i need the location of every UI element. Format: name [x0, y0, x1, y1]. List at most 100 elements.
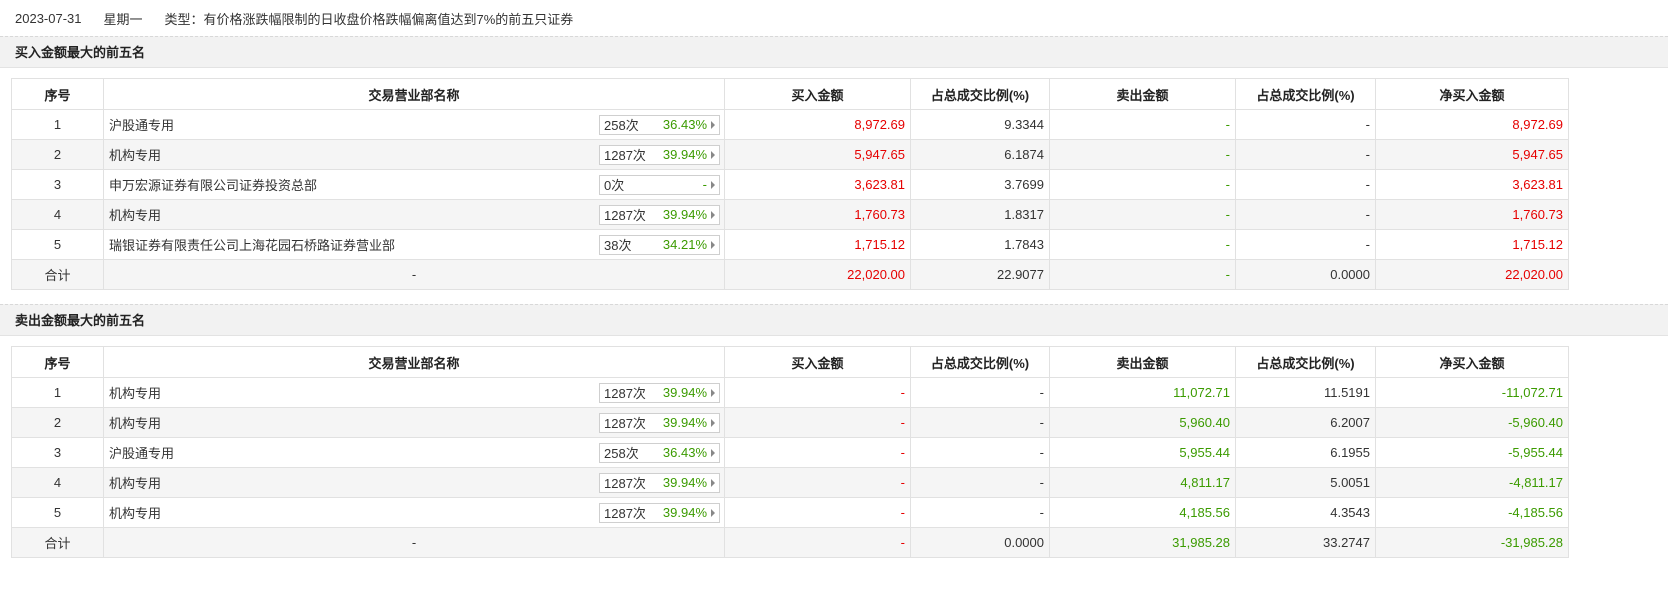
buy-amount: 1,715.12	[724, 229, 911, 260]
col-sell-ratio[interactable]: 占总成交比例(%)	[1235, 346, 1376, 378]
sell-ratio: 5.0051	[1235, 467, 1376, 498]
win-rate: 39.94%	[662, 207, 707, 222]
net-amount: 1,715.12	[1375, 229, 1569, 260]
total-buy: -	[724, 527, 911, 558]
win-rate: -	[702, 177, 707, 192]
total-net: 22,020.00	[1375, 259, 1569, 290]
caret-right-icon	[711, 150, 715, 159]
table-row: 1 沪股通专用 258次 36.43% 8,972.69 9.3344- -8,972.69	[11, 109, 1569, 140]
buy-ratio: -	[910, 377, 1050, 408]
dept-stat-dropdown[interactable]: 258次 36.43%	[599, 114, 720, 135]
listing-count: 1287次	[604, 386, 646, 401]
sell-amount: 4,185.56	[1049, 497, 1236, 528]
col-sell-amount[interactable]: 卖出金额	[1049, 346, 1236, 378]
sell-amount: 5,955.44	[1049, 437, 1236, 468]
total-name: -	[103, 527, 725, 558]
listing-count: 1287次	[604, 476, 646, 491]
col-sell-amount[interactable]: 卖出金额	[1049, 78, 1236, 110]
net-amount: -11,072.71	[1375, 377, 1569, 408]
col-buy-ratio[interactable]: 占总成交比例(%)	[910, 78, 1050, 110]
col-seq[interactable]: 序号	[11, 78, 104, 110]
dept-stat-dropdown[interactable]: 1287次 39.94%	[599, 412, 720, 433]
buy-ratio: -	[910, 407, 1050, 438]
col-dept-name[interactable]: 交易营业部名称	[103, 78, 725, 110]
dept-stat-dropdown[interactable]: 1287次 39.94%	[599, 382, 720, 403]
net-amount: 5,947.65	[1375, 139, 1569, 170]
buy-table: 序号 交易营业部名称 买入金额 占总成交比例(%) 卖出金额 占总成交比例(%)…	[11, 78, 1569, 290]
dept-stat-dropdown[interactable]: 258次 36.43%	[599, 442, 720, 463]
net-amount: 8,972.69	[1375, 109, 1569, 140]
buy-amount: -	[724, 437, 911, 468]
col-buy-amount[interactable]: 买入金额	[724, 346, 911, 378]
total-sell: -	[1049, 259, 1236, 290]
col-seq[interactable]: 序号	[11, 346, 104, 378]
row-seq: 3	[11, 437, 104, 468]
caret-right-icon	[711, 478, 715, 487]
dept-name-link[interactable]: 申万宏源证券有限公司证券投资总部	[109, 175, 317, 194]
net-amount: 1,760.73	[1375, 199, 1569, 230]
row-seq: 3	[11, 169, 104, 200]
dept-stat-dropdown[interactable]: 1287次 39.94%	[599, 472, 720, 493]
col-net-amount[interactable]: 净买入金额	[1375, 346, 1569, 378]
total-buy: 22,020.00	[724, 259, 911, 290]
net-amount: -4,811.17	[1375, 467, 1569, 498]
table-row: 4 机构专用 1287次 39.94% 1,760.73 1.8317- -1,760.73	[11, 199, 1569, 230]
sell-ratio: -	[1235, 139, 1376, 170]
dept-name-link[interactable]: 机构专用	[109, 473, 161, 492]
dept-stat-dropdown[interactable]: 1287次 39.94%	[599, 144, 720, 165]
caret-right-icon	[711, 240, 715, 249]
row-seq: 4	[11, 199, 104, 230]
total-label: 合计	[11, 527, 104, 558]
col-buy-ratio[interactable]: 占总成交比例(%)	[910, 346, 1050, 378]
total-sell-ratio: 0.0000	[1235, 259, 1376, 290]
listing-count: 38次	[604, 238, 632, 253]
col-buy-amount[interactable]: 买入金额	[724, 78, 911, 110]
dept-name-link[interactable]: 沪股通专用	[109, 115, 174, 134]
dept-cell: 沪股通专用 258次 36.43%	[103, 437, 725, 468]
dept-stat-dropdown[interactable]: 1287次 39.94%	[599, 204, 720, 225]
total-row: 合计 -22,020.00 22.9077-0.0000 22,020.00	[11, 259, 1569, 290]
win-rate: 39.94%	[662, 385, 707, 400]
total-sell: 31,985.28	[1049, 527, 1236, 558]
total-label: 合计	[11, 259, 104, 290]
sell-amount: -	[1049, 109, 1236, 140]
caret-right-icon	[711, 508, 715, 517]
table-row: 2 机构专用 1287次 39.94% 5,947.65 6.1874- -5,947.65	[11, 139, 1569, 170]
buy-ratio: 6.1874	[910, 139, 1050, 170]
sell-table-header: 序号 交易营业部名称 买入金额 占总成交比例(%) 卖出金额 占总成交比例(%)…	[11, 346, 1569, 378]
dept-name-link[interactable]: 机构专用	[109, 413, 161, 432]
buy-amount: -	[724, 377, 911, 408]
table-row: 2 机构专用 1287次 39.94% - -5,960.40 6.2007 -5,960.4…	[11, 407, 1569, 438]
sell-ratio: -	[1235, 199, 1376, 230]
col-dept-name[interactable]: 交易营业部名称	[103, 346, 725, 378]
row-seq: 4	[11, 467, 104, 498]
row-seq: 1	[11, 377, 104, 408]
col-sell-ratio[interactable]: 占总成交比例(%)	[1235, 78, 1376, 110]
dept-name-link[interactable]: 机构专用	[109, 383, 161, 402]
net-amount: 3,623.81	[1375, 169, 1569, 200]
dept-stat-dropdown[interactable]: 0次 -	[599, 174, 720, 195]
dept-name-link[interactable]: 瑞银证券有限责任公司上海花园石桥路证券营业部	[109, 235, 395, 254]
listing-count: 0次	[604, 178, 625, 193]
dept-cell: 机构专用 1287次 39.94%	[103, 497, 725, 528]
dept-name-link[interactable]: 机构专用	[109, 145, 161, 164]
dept-stat-dropdown[interactable]: 38次 34.21%	[599, 234, 720, 255]
col-net-amount[interactable]: 净买入金额	[1375, 78, 1569, 110]
dept-name-link[interactable]: 机构专用	[109, 503, 161, 522]
dept-name-link[interactable]: 机构专用	[109, 205, 161, 224]
buy-ratio: -	[910, 467, 1050, 498]
dept-cell: 机构专用 1287次 39.94%	[103, 199, 725, 230]
dept-cell: 沪股通专用 258次 36.43%	[103, 109, 725, 140]
net-amount: -5,955.44	[1375, 437, 1569, 468]
total-sell-ratio: 33.2747	[1235, 527, 1376, 558]
dept-name-link[interactable]: 沪股通专用	[109, 443, 174, 462]
total-name: -	[103, 259, 725, 290]
dept-stat-dropdown[interactable]: 1287次 39.94%	[599, 502, 720, 523]
buy-amount: 5,947.65	[724, 139, 911, 170]
sell-ratio: 11.5191	[1235, 377, 1376, 408]
row-seq: 2	[11, 139, 104, 170]
sell-amount: -	[1049, 229, 1236, 260]
listing-count: 1287次	[604, 208, 646, 223]
total-buy-ratio: 0.0000	[910, 527, 1050, 558]
win-rate: 34.21%	[662, 237, 707, 252]
